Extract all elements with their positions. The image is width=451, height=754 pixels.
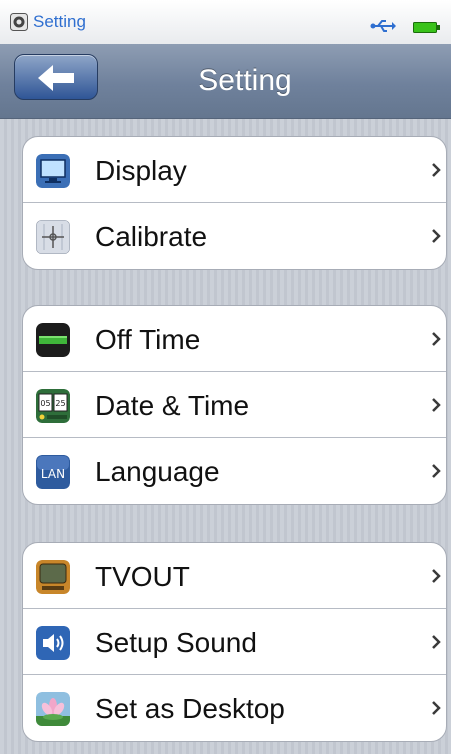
chevron-right-icon — [432, 635, 441, 649]
chevron-right-icon — [432, 398, 441, 412]
settings-item-display[interactable]: Display — [23, 137, 446, 203]
usb-icon — [370, 20, 396, 32]
page-title: Setting — [198, 64, 292, 97]
calibrate-crosshair-icon — [36, 220, 70, 254]
chevron-right-icon — [432, 332, 441, 346]
off-time-icon — [36, 323, 70, 357]
settings-item-label: Display — [95, 155, 187, 186]
status-app-title: Setting — [33, 12, 86, 31]
settings-item-label: Set as Desktop — [95, 693, 285, 724]
settings-item-calibrate[interactable]: Calibrate — [23, 203, 446, 269]
settings-item-label: TVOUT — [95, 561, 190, 592]
settings-item-label: Date & Time — [95, 390, 250, 421]
settings-item-set-as-desktop[interactable]: Set as Desktop — [23, 675, 446, 741]
battery-icon — [413, 22, 440, 33]
settings-item-tvout[interactable]: TVOUT — [23, 543, 446, 609]
date-time-icon: 05 25 — [36, 389, 70, 423]
language-icon-text: LAN — [41, 467, 65, 481]
back-arrow-icon — [38, 65, 74, 91]
back-button[interactable] — [14, 54, 98, 100]
display-monitor-icon — [36, 154, 70, 188]
settings-item-setup-sound[interactable]: Setup Sound — [23, 609, 446, 675]
title-bar: Setting — [0, 44, 451, 119]
chevron-right-icon — [432, 569, 441, 583]
settings-list: Display Calibrate Off Time 05 25 Date & … — [0, 119, 451, 754]
settings-item-off-time[interactable]: Off Time — [23, 306, 446, 372]
settings-item-label: Calibrate — [95, 221, 208, 252]
status-bar: Setting — [0, 0, 451, 44]
flower-wallpaper-icon — [36, 692, 70, 726]
chevron-right-icon — [432, 163, 441, 177]
language-lan-icon: LAN — [36, 455, 70, 489]
settings-item-language[interactable]: LAN Language — [23, 438, 446, 504]
date-time-icon-left-text: 05 — [40, 399, 50, 408]
settings-group-display: Display Calibrate — [22, 136, 447, 270]
tv-icon — [36, 560, 70, 594]
settings-item-label: Language — [95, 456, 220, 487]
settings-item-label: Setup Sound — [95, 627, 257, 658]
settings-group-media: TVOUT Setup Sound Set as Desktop — [22, 542, 447, 742]
chevron-right-icon — [432, 701, 441, 715]
settings-app-icon — [10, 13, 28, 31]
speaker-sound-icon — [36, 626, 70, 660]
settings-group-system: Off Time 05 25 Date & Time LAN Language — [22, 305, 447, 505]
chevron-right-icon — [432, 464, 441, 478]
settings-item-date-time[interactable]: 05 25 Date & Time — [23, 372, 446, 438]
chevron-right-icon — [432, 229, 441, 243]
date-time-icon-right-text: 25 — [55, 399, 65, 408]
settings-item-label: Off Time — [95, 324, 201, 355]
